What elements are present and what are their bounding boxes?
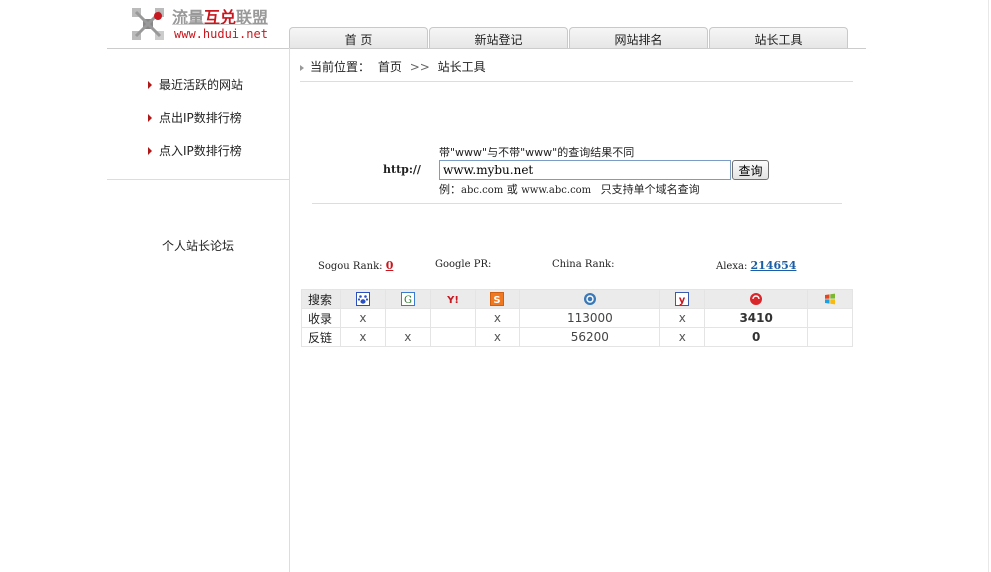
table-cell: 0 bbox=[704, 327, 809, 347]
engine-baidu[interactable] bbox=[340, 289, 386, 309]
table-cell bbox=[384, 308, 431, 328]
svg-text:y: y bbox=[679, 295, 686, 306]
sidebar-item-label: 最近活跃的网站 bbox=[159, 78, 244, 92]
china-rank: China Rank: bbox=[552, 259, 614, 270]
window-edge bbox=[988, 0, 989, 572]
sidebar-item-label: 点出IP数排行榜 bbox=[159, 111, 242, 125]
breadcrumb-home-link[interactable]: 首页 bbox=[378, 60, 402, 74]
nav-divider bbox=[107, 48, 866, 49]
example-or: 或 bbox=[506, 183, 518, 196]
table-cell bbox=[429, 308, 476, 328]
breadcrumb-label: 当前位置： bbox=[310, 60, 371, 74]
google-pr: Google PR: bbox=[435, 259, 491, 270]
engine-soso[interactable] bbox=[519, 289, 661, 309]
table-cell: 3410 bbox=[704, 308, 809, 328]
sidebar-divider bbox=[107, 179, 289, 180]
tab-home[interactable]: 首 页 bbox=[289, 27, 428, 48]
breadcrumb-divider bbox=[300, 81, 853, 82]
query-button[interactable]: 查询 bbox=[732, 160, 769, 180]
tab-new-site[interactable]: 新站登记 bbox=[429, 27, 568, 48]
table-row: 收录 x x 113000 x 3410 bbox=[301, 308, 853, 328]
sogou-rank-label: Sogou Rank: bbox=[318, 261, 383, 272]
form-divider bbox=[312, 203, 842, 204]
baidu-icon bbox=[355, 292, 370, 307]
svg-text:G: G bbox=[404, 295, 412, 306]
breadcrumb-arrow-icon bbox=[300, 64, 304, 71]
table-cell: x bbox=[340, 327, 386, 347]
site-logo[interactable]: 流量互兑联盟 www.hudui.net bbox=[128, 2, 278, 46]
china-rank-label: China Rank: bbox=[552, 259, 615, 270]
table-header-label: 搜索 bbox=[301, 289, 341, 309]
sogou-rank-value[interactable]: 0 bbox=[386, 259, 394, 272]
query-example: 例：abc.com 或 www.abc.com 只支持单个域名查询 bbox=[439, 181, 700, 197]
table-header-row: 搜索 G Y! S y bbox=[301, 289, 853, 309]
example-domain-b: www.abc.com bbox=[521, 185, 592, 196]
logo-url: www.hudui.net bbox=[174, 27, 268, 41]
query-hint: 带"www"与不带"www"的查询结果不同 bbox=[439, 146, 635, 159]
table-cell: x bbox=[384, 327, 431, 347]
arrow-right-icon bbox=[148, 113, 152, 122]
tab-ranking[interactable]: 网站排名 bbox=[569, 27, 708, 48]
engine-google[interactable]: G bbox=[384, 289, 431, 309]
alexa-rank-value[interactable]: 214654 bbox=[751, 259, 797, 272]
example-domain-a: abc.com bbox=[461, 185, 504, 196]
table-row: 反链 x x x 56200 x 0 bbox=[301, 327, 853, 347]
breadcrumb-current: 站长工具 bbox=[437, 60, 486, 74]
breadcrumb: 当前位置： 首页 >> 站长工具 bbox=[300, 58, 486, 75]
sogou-icon: S bbox=[490, 292, 505, 307]
table-cell: x bbox=[474, 327, 521, 347]
svg-text:Y!: Y! bbox=[446, 295, 459, 306]
engine-360[interactable] bbox=[704, 289, 809, 309]
tab-webmaster-tools[interactable]: 站长工具 bbox=[709, 27, 848, 48]
row-label: 反链 bbox=[301, 327, 341, 347]
table-cell: 113000 bbox=[519, 308, 661, 328]
table-cell bbox=[807, 327, 853, 347]
bing-icon bbox=[825, 293, 836, 305]
alexa-rank-label: Alexa: bbox=[716, 261, 748, 272]
table-cell: 56200 bbox=[519, 327, 661, 347]
engine-sogou[interactable]: S bbox=[474, 289, 521, 309]
arrow-right-icon bbox=[148, 80, 152, 89]
alexa-rank: Alexa: 214654 bbox=[716, 259, 796, 272]
table-cell: x bbox=[474, 308, 521, 328]
youdao-icon: y bbox=[675, 292, 690, 307]
table-cell bbox=[807, 308, 853, 328]
google-pr-label: Google PR: bbox=[435, 259, 492, 270]
sidebar-item-out-ip-rank[interactable]: 点出IP数排行榜 bbox=[148, 109, 242, 126]
logo-rule bbox=[172, 24, 268, 25]
sidebar-item-active-sites[interactable]: 最近活跃的网站 bbox=[148, 76, 243, 93]
yahoo-icon: Y! bbox=[446, 295, 459, 306]
sidebar-item-in-ip-rank[interactable]: 点入IP数排行榜 bbox=[148, 142, 242, 159]
table-cell: x bbox=[659, 308, 706, 328]
sogou-rank: Sogou Rank: 0 bbox=[318, 259, 393, 272]
example-note: 只支持单个域名查询 bbox=[600, 183, 700, 196]
sidebar-forum-link[interactable]: 个人站长论坛 bbox=[162, 237, 234, 254]
soso-icon bbox=[583, 293, 596, 306]
row-label: 收录 bbox=[301, 308, 341, 328]
360-icon bbox=[750, 293, 763, 306]
google-icon: G bbox=[400, 292, 415, 307]
example-prefix: 例： bbox=[439, 183, 461, 196]
sidebar-border bbox=[289, 48, 290, 572]
table-cell: x bbox=[340, 308, 386, 328]
sidebar-item-label: 点入IP数排行榜 bbox=[159, 144, 242, 158]
engine-youdao[interactable]: y bbox=[659, 289, 706, 309]
search-results-table: 搜索 G Y! S y 收录 x x 113000 x 3410 反链 x x … bbox=[301, 289, 853, 347]
engine-yahoo[interactable]: Y! bbox=[429, 289, 476, 309]
table-cell: x bbox=[659, 327, 706, 347]
table-cell bbox=[429, 327, 476, 347]
engine-bing[interactable] bbox=[807, 289, 853, 309]
arrow-right-icon bbox=[148, 146, 152, 155]
svg-text:S: S bbox=[494, 295, 501, 306]
domain-input[interactable] bbox=[439, 160, 731, 180]
breadcrumb-separator: >> bbox=[409, 60, 430, 74]
url-prefix: http:// bbox=[383, 163, 421, 176]
logo-mark-icon bbox=[132, 8, 164, 40]
